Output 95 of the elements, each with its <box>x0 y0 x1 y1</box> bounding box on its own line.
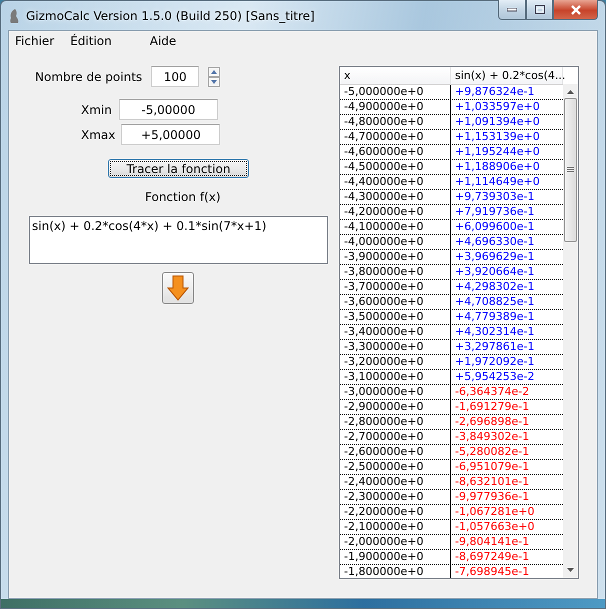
table-cell: -3,600000e+0 <box>340 295 451 309</box>
grip-icon <box>567 167 574 173</box>
table-cell-text: +4,302314e-1 <box>454 325 536 339</box>
table-cell: -3,700000e+0 <box>340 280 451 294</box>
table-cell: -4,800000e+0 <box>340 115 451 129</box>
table-cell-text: -8,697249e-1 <box>454 550 530 564</box>
table-cell-text: -9,804141e-1 <box>454 535 530 549</box>
table-cell: -2,600000e+0 <box>340 445 451 459</box>
table-cell: -2,700000e+0 <box>340 430 451 444</box>
table-cell: -2,500000e+0 <box>340 460 451 474</box>
table-cell-text: -1,067281e+0 <box>454 505 536 519</box>
table-cell-text: -5,280082e-1 <box>454 445 530 459</box>
maximize-button[interactable] <box>526 0 553 20</box>
table-cell-text: +3,969629e-1 <box>454 250 536 264</box>
table-cell-text: -9,977936e-1 <box>454 490 530 504</box>
menu-item[interactable]: Édition <box>70 34 150 48</box>
minimize-button[interactable] <box>498 0 526 20</box>
table-cell-text: +1,033597e+0 <box>454 100 541 114</box>
table-cell-text: +3,920664e-1 <box>454 265 536 279</box>
table-cell: -2,200000e+0 <box>340 505 451 519</box>
xmax-label: Xmax <box>81 128 116 142</box>
table-cell: -2,000000e+0 <box>340 535 451 549</box>
xmax-field[interactable]: +5,00000 <box>121 124 220 145</box>
table-cell: -2,100000e+0 <box>340 520 451 534</box>
scrollbar[interactable] <box>563 84 578 578</box>
table-cell: -3,800000e+0 <box>340 265 451 279</box>
table-cell-text: +1,091394e+0 <box>454 115 541 129</box>
table-cell-text: +5,954253e-2 <box>454 370 536 384</box>
table-cell: -4,600000e+0 <box>340 145 451 159</box>
table-cell: -4,900000e+0 <box>340 100 451 114</box>
table-cell-text: -3,849302e-1 <box>454 430 530 444</box>
table-cell: -3,900000e+0 <box>340 250 451 264</box>
table-cell: -3,300000e+0 <box>340 340 451 354</box>
function-field[interactable]: sin(x) + 0.2*cos(4*x) + 0.1*sin(7*x+1) <box>29 216 328 264</box>
close-icon <box>570 4 582 14</box>
table-cell-text: -8,632101e-1 <box>454 475 530 489</box>
table-cell-text: +1,153139e+0 <box>454 130 541 144</box>
down-arrow-button[interactable] <box>162 272 194 304</box>
menu-item[interactable]: Aide <box>150 34 192 48</box>
scroll-down-icon[interactable] <box>566 566 575 574</box>
app-icon <box>8 8 20 24</box>
table-cell-text: +6,099600e-1 <box>454 220 536 234</box>
table-cell: -4,400000e+0 <box>340 175 451 189</box>
table-cell: -2,400000e+0 <box>340 475 451 489</box>
table-cell: -1,800000e+0 <box>340 565 451 578</box>
table-cell-text: -7,698945e-1 <box>454 565 530 578</box>
column-header[interactable]: x <box>340 67 451 84</box>
table-cell: -4,000000e+0 <box>340 235 451 249</box>
table-cell: -3,400000e+0 <box>340 325 451 339</box>
table-cell-text: -1,057663e+0 <box>454 520 536 534</box>
table-cell-text: +1,972092e-1 <box>454 355 536 369</box>
table-cell-text: +3,297861e-1 <box>454 340 536 354</box>
down-arrow-icon <box>167 275 189 301</box>
window-title: GizmoCalc Version 1.5.0 (Build 250) [Sans_titre] <box>26 8 315 22</box>
table-cell-text: +9,876324e-1 <box>454 85 536 99</box>
table-cell-text: +4,708825e-1 <box>454 295 536 309</box>
menu-item[interactable]: Fichier <box>15 34 70 48</box>
xmin-label: Xmin <box>81 102 112 116</box>
table-cell: -2,800000e+0 <box>340 415 451 429</box>
table-cell: -1,900000e+0 <box>340 550 451 564</box>
points-label: Nombre de points <box>35 70 142 84</box>
table-cell: -5,000000e+0 <box>340 85 451 99</box>
table-cell-text: +1,188906e+0 <box>454 160 541 174</box>
table-cell: -4,200000e+0 <box>340 205 451 219</box>
spinner-icon[interactable] <box>208 66 220 86</box>
xmin-field[interactable]: -5,00000 <box>118 99 218 120</box>
table-cell-text: +9,739303e-1 <box>454 190 536 204</box>
table-cell-text: +4,298302e-1 <box>454 280 536 294</box>
table-cell-text: -6,364374e-2 <box>454 385 530 399</box>
maximize-icon <box>534 5 544 14</box>
plot-button[interactable]: Tracer la fonction <box>108 159 249 178</box>
table-cell: -4,500000e+0 <box>340 160 451 174</box>
table-cell: -3,000000e+0 <box>340 385 451 399</box>
column-header[interactable]: sin(x) + 0.2*cos(4... <box>451 67 563 84</box>
close-button[interactable] <box>553 0 598 20</box>
table-cell: -2,900000e+0 <box>340 400 451 414</box>
table-cell-text: +7,919736e-1 <box>454 205 536 219</box>
minimize-icon <box>507 8 517 12</box>
table-cell: -2,300000e+0 <box>340 490 451 504</box>
table-cell-text: +4,696330e-1 <box>454 235 536 249</box>
table-cell-text: +4,779389e-1 <box>454 310 536 324</box>
points-field[interactable]: 100 <box>151 66 200 87</box>
table-cell-text: -6,951079e-1 <box>454 460 530 474</box>
table-cell-text: -2,696898e-1 <box>454 415 530 429</box>
scroll-up-icon[interactable] <box>566 88 575 96</box>
table-cell: -3,100000e+0 <box>340 370 451 384</box>
table-cell: -4,300000e+0 <box>340 190 451 204</box>
table-cell-text: -1,691279e-1 <box>454 400 530 414</box>
table-cell: -4,100000e+0 <box>340 220 451 234</box>
table-cell-text: +1,114649e+0 <box>454 175 541 189</box>
table-cell-text: +1,195244e+0 <box>454 145 541 159</box>
table-cell: -3,200000e+0 <box>340 355 451 369</box>
table-cell: -4,700000e+0 <box>340 130 451 144</box>
table-cell: -3,500000e+0 <box>340 310 451 324</box>
function-label: Fonction f(x) <box>145 190 222 204</box>
